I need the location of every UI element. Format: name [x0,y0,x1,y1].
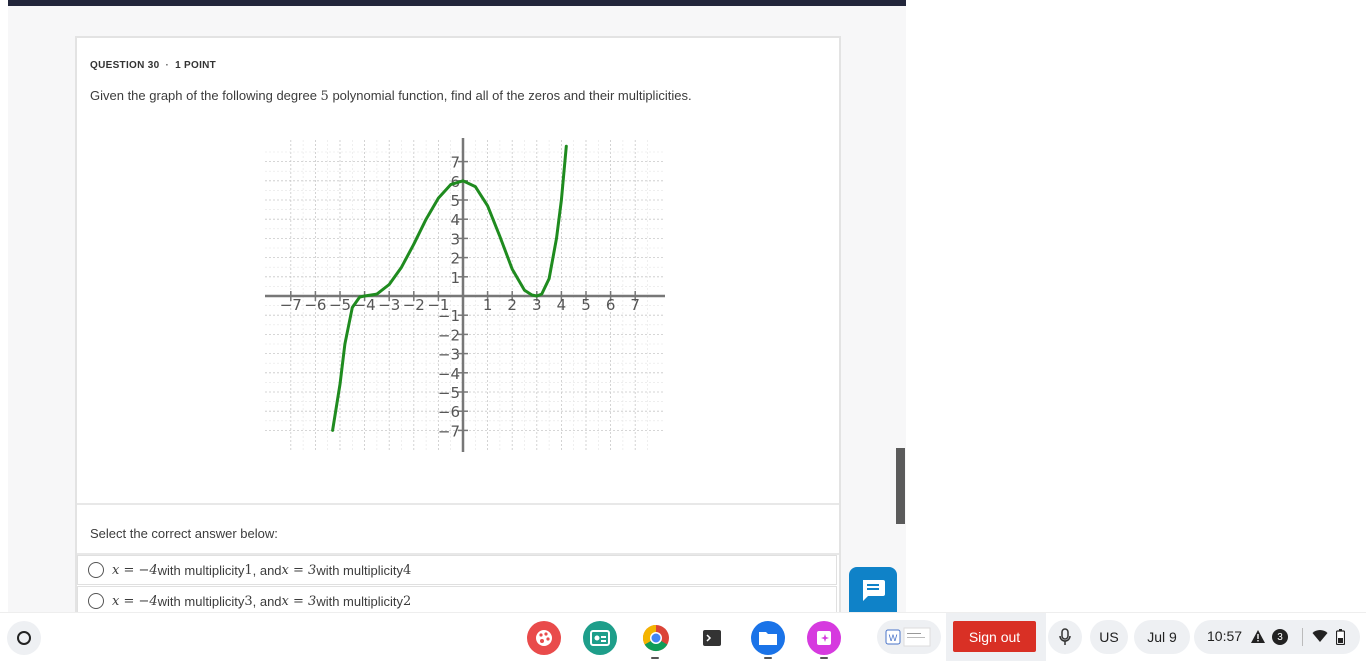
option-text: with multiplicity [157,562,245,578]
microphone-button[interactable] [1048,620,1082,654]
page-content: QUESTION 30 · 1 POINT Given the graph of t… [8,0,906,612]
shelf: W Sign out US Jul 9 10:57 3 [0,612,1366,661]
divider [77,503,839,505]
option-text: , and [252,562,282,578]
y-tick-label: −1 [438,307,460,325]
document-thumbnail-icon: W [885,627,931,647]
option-multiplicity-2: 2 [403,593,412,609]
question-card: QUESTION 30 · 1 POINT Given the graph of t… [75,36,841,612]
wifi-icon [1312,630,1328,642]
y-tick-label: −5 [438,384,460,402]
y-tick-label: 2 [450,250,460,268]
classroom-app-icon[interactable] [583,621,617,655]
x-tick-label: −5 [329,296,351,314]
answer-option-2[interactable]: x = −4 with multiplicity 3, and x = 3 wi… [77,586,837,612]
scrollbar-thumb[interactable] [896,448,905,524]
y-tick-label: −6 [438,403,460,421]
question-degree: 5 [320,89,329,104]
y-tick-label: 4 [450,211,460,229]
y-tick-label: −2 [438,326,460,344]
option-multiplicity-1: 3 [244,593,253,609]
palette-app-icon[interactable] [527,621,561,655]
top-bar [8,0,906,6]
question-number: QUESTION 30 [90,60,160,71]
option-text: with multiplicity [316,562,403,578]
running-indicator [651,657,659,659]
header-separator: · [165,60,170,71]
option-zero-2: x = 3 [281,562,317,578]
files-app-icon[interactable] [751,621,785,655]
terminal-app-icon[interactable] [695,621,729,655]
answer-option-1[interactable]: x = −4 with multiplicity 1, and x = 3 wi… [77,555,837,585]
y-tick-label: 5 [450,192,460,210]
chrome-icon[interactable] [639,621,673,655]
polynomial-graph: −7 −6 −5 −4 −3 −2 −1 1 2 3 4 5 6 7 7 6 5 4 3 2 1 −1 −2 −3 −4 −5 −6… [265,138,665,452]
y-tick-label: 1 [450,269,460,287]
x-tick-label: −7 [280,296,302,314]
y-tick-label: −7 [438,422,460,440]
launcher-icon [17,631,31,645]
question-text-start: Given the graph of the following degree [90,88,321,103]
launcher-button[interactable] [7,621,41,655]
holding-space-tray[interactable]: W [877,620,941,654]
microphone-icon [1059,628,1071,645]
chart-svg: −7 −6 −5 −4 −3 −2 −1 1 2 3 4 5 6 77654321−1−2−3−4−5−6… [265,138,665,452]
question-text-end: polynomial function, find all of the zer… [328,88,692,103]
keyboard-layout[interactable]: US [1090,620,1128,654]
x-tick-label: 1 [483,296,493,314]
option-text: , and [252,593,282,609]
x-tick-label: −6 [304,296,326,314]
battery-icon [1336,629,1345,645]
x-tick-label: 4 [557,296,567,314]
x-tick-label: 5 [581,296,591,314]
browser-area: QUESTION 30 · 1 POINT Given the graph of t… [0,0,1366,612]
x-tick-label: 7 [630,296,640,314]
x-tick-label: 2 [507,296,517,314]
question-header: QUESTION 30 · 1 POINT [90,60,216,71]
option-zero-1: x = −4 [112,562,158,578]
running-indicator [820,657,828,659]
option-zero-1: x = −4 [112,593,158,609]
clock: 10:57 [1207,628,1243,644]
x-tick-label: −3 [378,296,400,314]
running-indicator [764,657,772,659]
option-text: with multiplicity [157,593,245,609]
tray-divider [1302,628,1303,646]
chat-icon [863,580,885,601]
option-zero-2: x = 3 [281,593,317,609]
option-text: with multiplicity [316,593,403,609]
sign-out-button[interactable]: Sign out [953,621,1036,652]
x-tick-label: 3 [532,296,542,314]
screencast-app-icon[interactable] [807,621,841,655]
radio-button[interactable] [88,593,104,609]
select-prompt: Select the correct answer below: [90,526,278,541]
warning-icon [1251,630,1265,643]
y-tick-label: 3 [450,230,460,248]
option-multiplicity-2: 4 [403,562,412,578]
status-area[interactable]: 10:57 3 [1194,620,1360,654]
x-tick-label: 6 [606,296,616,314]
y-tick-label: 7 [450,154,460,172]
date-display[interactable]: Jul 9 [1134,620,1190,654]
question-points: 1 POINT [175,60,217,71]
y-tick-label: −4 [438,365,460,383]
radio-button[interactable] [88,562,104,578]
notification-badge: 3 [1272,629,1288,645]
svg-text:W: W [889,633,898,643]
option-multiplicity-1: 1 [244,562,253,578]
chat-button[interactable] [849,567,897,612]
x-tick-label: −2 [403,296,425,314]
y-tick-label: −3 [438,346,460,364]
question-text: Given the graph of the following degree … [90,88,692,104]
